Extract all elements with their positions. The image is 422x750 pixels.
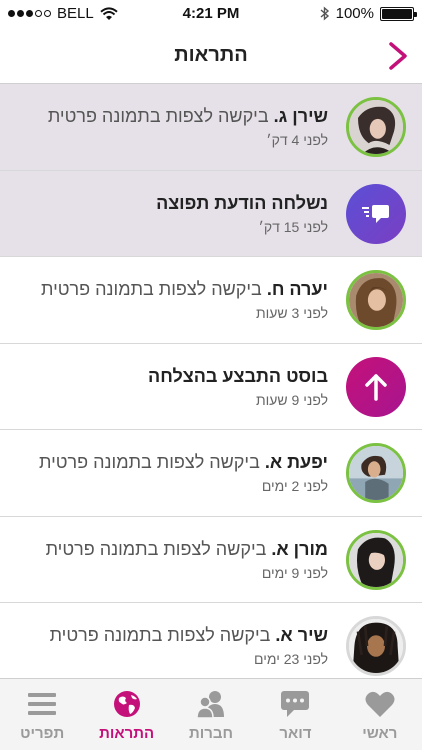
notification-message: ביקשה לצפות בתמונה פרטית: [41, 279, 267, 299]
notification-row[interactable]: שירן ג. ביקשה לצפות בתמונה פרטית לפני 4 …: [0, 84, 422, 171]
mail-icon: [281, 691, 310, 717]
avatar: [346, 270, 406, 330]
notification-time: לפני 23 ימים: [254, 651, 328, 667]
tab-mail[interactable]: דואר: [253, 679, 337, 750]
tab-label: התראות: [99, 725, 155, 742]
avatar: [346, 443, 406, 503]
notification-message: ביקשה לצפות בתמונה פרטית: [45, 538, 272, 559]
tab-menu[interactable]: תפריט: [0, 679, 84, 750]
notification-message: בוסט התבצע בהצלחה: [148, 365, 328, 386]
notification-message: ביקשה לצפות בתמונה פרטית: [39, 452, 265, 472]
notification-message: ביקשה לצפות בתמונה פרטית: [49, 625, 276, 645]
notification-time: לפני 4 דק׳: [266, 132, 328, 148]
nav-header: התראות: [0, 28, 422, 84]
notification-row[interactable]: נשלחה הודעת תפוצה לפני 15 דק׳: [0, 170, 422, 257]
globe-icon: [113, 691, 140, 717]
avatar: [346, 97, 406, 157]
notifications-list: שירן ג. ביקשה לצפות בתמונה פרטית לפני 4 …: [0, 84, 422, 678]
notification-time: לפני 2 ימים: [261, 478, 328, 494]
status-right: 100%: [320, 5, 417, 22]
status-bar: BELL 4:21 PM 100%: [0, 0, 422, 28]
friends-icon: [196, 691, 225, 719]
sender-name: שירן ג.: [273, 106, 328, 126]
battery-icon: [380, 6, 417, 21]
tab-friends[interactable]: חברות: [169, 679, 253, 750]
notification-row[interactable]: שיר א. ביקשה לצפות בתמונה פרטית לפני 23 …: [0, 603, 422, 678]
sender-name: מורן א.: [271, 538, 328, 559]
notification-time: לפני 15 דק׳: [258, 218, 328, 235]
menu-icon: [28, 693, 57, 715]
notification-row[interactable]: יפעת א. ביקשה לצפות בתמונה פרטית לפני 2 …: [0, 430, 422, 517]
arrow-up-icon: [365, 373, 387, 401]
tab-label: תפריט: [20, 725, 65, 742]
notification-message: ביקשה לצפות בתמונה פרטית: [47, 106, 274, 126]
broadcast-badge: [346, 183, 406, 244]
sender-name: שיר א.: [275, 625, 328, 645]
notification-row[interactable]: מורן א. ביקשה לצפות בתמונה פרטית לפני 9 …: [0, 516, 422, 603]
battery-fill: [382, 8, 412, 19]
sender-name: יערה ח.: [266, 279, 328, 299]
notification-row[interactable]: בוסט התבצע בהצלחה לפני 9 שעות: [0, 343, 422, 430]
back-chevron-icon[interactable]: [384, 40, 412, 72]
tab-label: ראשי: [362, 725, 398, 742]
boost-badge: [346, 356, 406, 417]
notification-message: נשלחה הודעת תפוצה: [156, 192, 328, 213]
tab-notifications[interactable]: התראות: [84, 679, 168, 750]
bluetooth-icon: [320, 6, 329, 21]
notification-time: לפני 9 שעות: [255, 391, 328, 408]
broadcast-chat-icon: [362, 204, 389, 223]
tab-label: דואר: [279, 725, 312, 742]
battery-percent: 100%: [335, 5, 374, 22]
heart-icon: [365, 691, 395, 717]
avatar: [346, 616, 406, 676]
sender-name: יפעת א.: [264, 452, 328, 472]
notification-time: לפני 9 ימים: [261, 564, 328, 581]
tab-label: חברות: [188, 725, 234, 742]
tab-bar: תפריט התראות חברות דואר ראשי: [0, 678, 422, 750]
page-title: התראות: [174, 44, 248, 66]
avatar: [346, 529, 406, 590]
tab-home[interactable]: ראשי: [338, 679, 422, 750]
notification-time: לפני 3 שעות: [255, 305, 328, 321]
notification-row[interactable]: יערה ח. ביקשה לצפות בתמונה פרטית לפני 3 …: [0, 257, 422, 344]
